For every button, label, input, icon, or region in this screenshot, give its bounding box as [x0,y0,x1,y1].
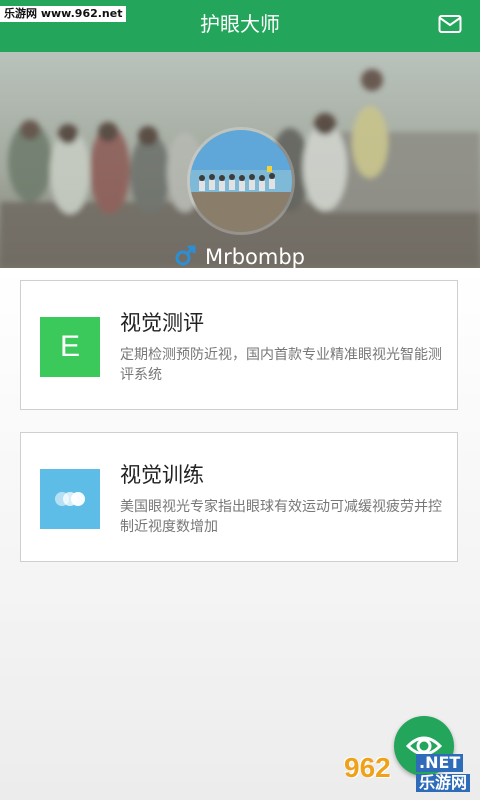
user-info: Mrbombp [0,242,480,268]
avatar-photo [190,130,292,232]
vision-test-icon: E [40,317,100,377]
watermark-cn: 乐游网 [416,774,471,792]
watermark-number: 962 [344,752,391,783]
vision-training-card[interactable]: 视觉训练 美国眼视光专家指出眼球有效运动可减缓视疲劳并控制近视度数增加 [20,432,458,562]
vision-test-card[interactable]: E 视觉测评 定期检测预防近视，国内首款专业精准眼视光智能测评系统 [20,280,458,410]
username: Mrbombp [204,245,306,268]
app-header: 乐游网 www.962.net 护眼大师 [0,0,480,52]
card-title: 视觉测评 [120,311,204,335]
app-title: 护眼大师 [200,12,280,36]
card-description: 定期检测预防近视，国内首款专业精准眼视光智能测评系统 [120,347,442,383]
dots-icon [40,469,100,529]
card-description: 美国眼视光专家指出眼球有效运动可减缓视疲劳并控制近视度数增加 [120,499,442,535]
avatar[interactable] [190,130,292,232]
mail-icon[interactable] [438,14,462,34]
profile-banner: Mrbombp [0,52,480,268]
card-title: 视觉训练 [120,463,204,487]
watermark-bottom-right: 962 .NET 乐游网 [344,752,478,798]
male-icon [175,245,196,266]
watermark-net: .NET [416,754,464,772]
